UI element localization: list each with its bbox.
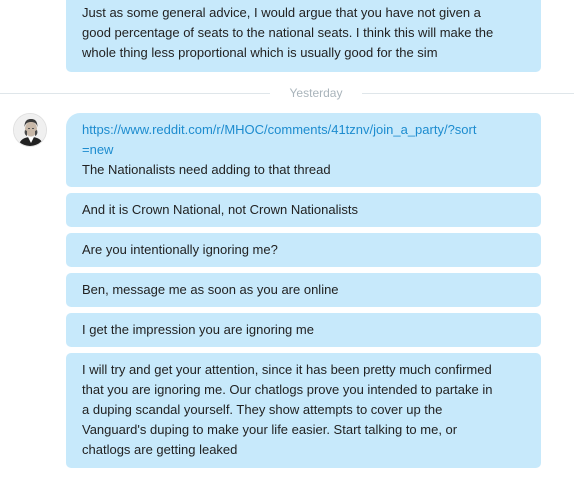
- date-divider-label: Yesterday: [270, 84, 362, 102]
- message-bubble: Just as some general advice, I would arg…: [66, 0, 541, 72]
- sender-avatar[interactable]: [13, 113, 47, 147]
- message-bubble: Ben, message me as soon as you are onlin…: [66, 273, 541, 307]
- message-bubble: I get the impression you are ignoring me: [66, 313, 541, 347]
- chat-window: Just as some general advice, I would arg…: [0, 0, 574, 488]
- message-text: The Nationalists need adding to that thr…: [82, 162, 331, 177]
- message-text: I will try and get your attention, since…: [82, 362, 493, 457]
- message-text: Just as some general advice, I would arg…: [82, 5, 494, 60]
- message-bubble: https://www.reddit.com/r/MHOC/comments/4…: [66, 113, 541, 187]
- message-bubble: I will try and get your attention, since…: [66, 353, 541, 468]
- message-text: And it is Crown National, not Crown Nati…: [82, 202, 359, 217]
- avatar-portrait-icon: [14, 114, 46, 146]
- message-bubble: And it is Crown National, not Crown Nati…: [66, 193, 541, 227]
- message-link[interactable]: https://www.reddit.com/r/MHOC/comments/4…: [82, 120, 525, 160]
- message-text: I get the impression you are ignoring me: [82, 322, 314, 337]
- message-bubble: Are you intentionally ignoring me?: [66, 233, 541, 267]
- message-text: Are you intentionally ignoring me?: [82, 242, 278, 257]
- message-text: Ben, message me as soon as you are onlin…: [82, 282, 339, 297]
